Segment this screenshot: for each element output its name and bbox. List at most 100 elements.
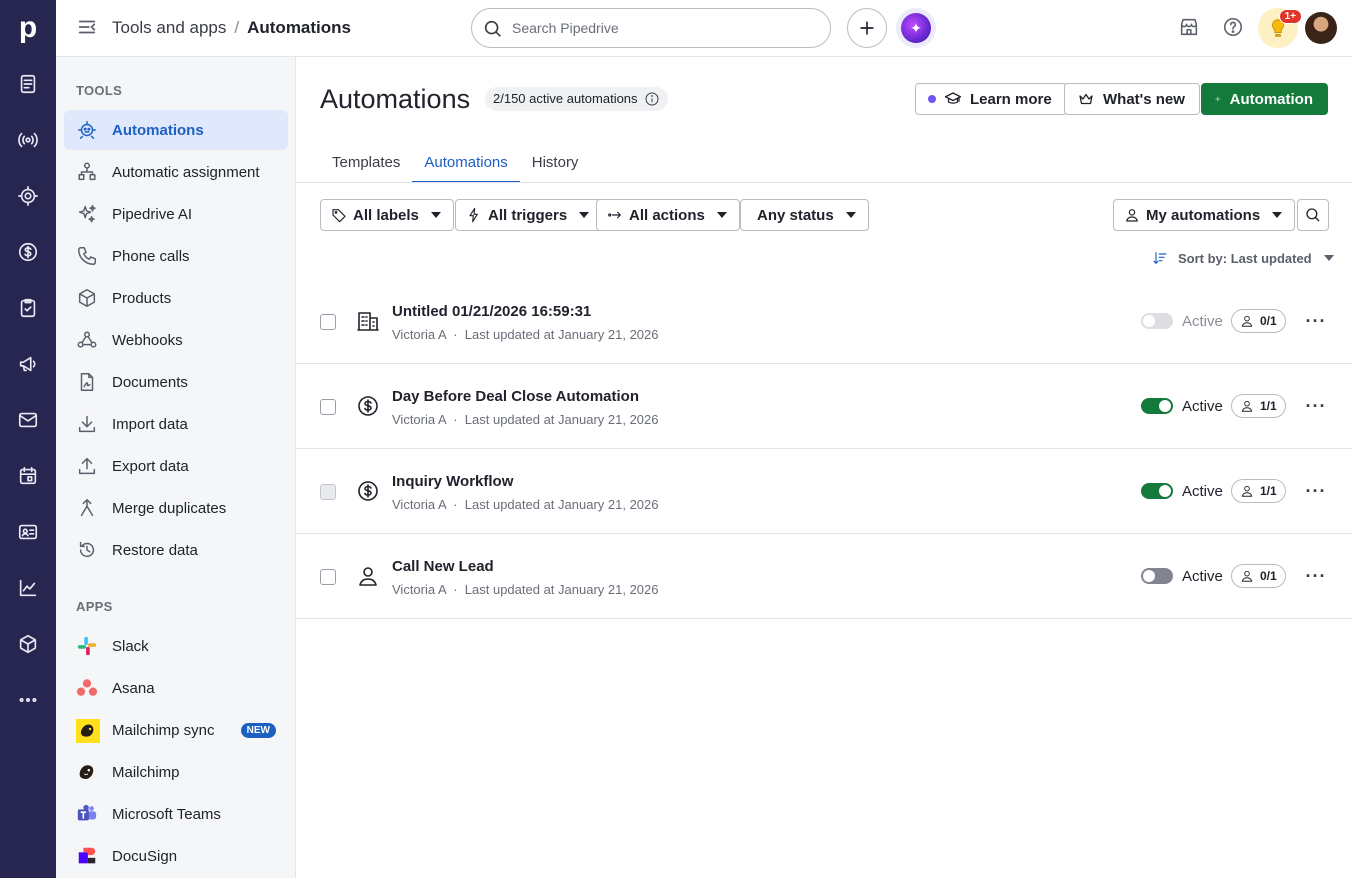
insights-chart-icon[interactable]	[14, 574, 42, 602]
import-icon	[76, 413, 98, 435]
row-checkbox[interactable]	[320, 569, 336, 585]
actions-arrow-icon	[608, 211, 621, 219]
sidebar-item-label: Export data	[112, 457, 189, 475]
automation-row[interactable]: Day Before Deal Close Automation Victori…	[296, 364, 1352, 449]
owners-badge[interactable]: 1/1	[1231, 479, 1286, 503]
dollar-icon	[356, 394, 380, 418]
automation-name[interactable]: Untitled 01/21/2026 16:59:31	[392, 303, 591, 320]
deals-dollar-icon[interactable]	[14, 238, 42, 266]
more-options-icon[interactable]: ···	[1304, 309, 1328, 333]
caret-down-icon	[845, 212, 856, 218]
owners-badge[interactable]: 0/1	[1231, 564, 1286, 588]
owners-badge[interactable]: 0/1	[1231, 309, 1286, 333]
tips-bulb-button[interactable]: 1+	[1258, 8, 1302, 48]
sidebar-item-asana[interactable]: Asana	[64, 668, 288, 708]
automation-name[interactable]: Call New Lead	[392, 558, 494, 575]
active-toggle[interactable]	[1141, 483, 1173, 499]
triggers-filter[interactable]: All triggers	[455, 199, 603, 231]
sidebar-item-merge-duplicates[interactable]: Merge duplicates	[64, 488, 288, 528]
mail-icon[interactable]	[14, 406, 42, 434]
sidebar-item-docusign[interactable]: DocuSign	[64, 836, 288, 876]
more-options-icon[interactable]: ···	[1304, 479, 1328, 503]
sidebar-item-import-data[interactable]: Import data	[64, 404, 288, 444]
sidebar-item-webhooks[interactable]: Webhooks	[64, 320, 288, 360]
automation-updated: Last updated at January 21, 2026	[464, 327, 659, 342]
products-box-icon[interactable]	[14, 630, 42, 658]
sidebar-item-label: Import data	[112, 415, 188, 433]
user-avatar[interactable]	[1305, 12, 1337, 44]
breadcrumb-parent[interactable]: Tools and apps	[112, 18, 226, 38]
calendar-icon[interactable]	[14, 462, 42, 490]
tasks-clipboard-icon[interactable]	[14, 294, 42, 322]
row-checkbox[interactable]	[320, 484, 336, 500]
sidebar-item-label: Restore data	[112, 541, 198, 559]
whats-new-button[interactable]: What's new	[1064, 83, 1200, 115]
marketplace-store-icon[interactable]	[1178, 16, 1202, 40]
add-automation-button[interactable]: Automation	[1201, 83, 1328, 115]
row-checkbox[interactable]	[320, 399, 336, 415]
contacts-card-icon[interactable]	[14, 518, 42, 546]
owner-filter[interactable]: My automations	[1113, 199, 1296, 231]
mailchimp-logo-icon	[76, 719, 100, 743]
broadcast-icon[interactable]	[14, 126, 42, 154]
tab-automations[interactable]: Automations	[412, 147, 520, 183]
sidebar-item-products[interactable]: Products	[64, 278, 288, 318]
sidebar-item-phone-calls[interactable]: Phone calls	[64, 236, 288, 276]
sidebar-item-mailchimp-sync[interactable]: Mailchimp sync NEW	[64, 710, 288, 750]
tab-bar: Templates Automations History	[320, 147, 590, 183]
global-search[interactable]	[471, 8, 831, 48]
sidebar-item-slack[interactable]: Slack	[64, 626, 288, 666]
learn-more-button[interactable]: Learn more	[915, 83, 1067, 115]
sidebar-item-export-data[interactable]: Export data	[64, 446, 288, 486]
search-automations-button[interactable]	[1297, 199, 1329, 231]
tab-templates[interactable]: Templates	[320, 147, 412, 183]
ai-assistant-button[interactable]: ✦	[896, 8, 936, 48]
sidebar-item-documents[interactable]: Documents	[64, 362, 288, 402]
sidebar-item-label: Microsoft Teams	[112, 805, 221, 823]
owners-count: 0/1	[1260, 569, 1277, 583]
teams-logo-icon	[76, 803, 98, 825]
asana-logo-icon	[76, 677, 98, 699]
search-input[interactable]	[512, 20, 802, 36]
sidebar-item-automations[interactable]: Automations	[64, 110, 288, 150]
active-toggle[interactable]	[1141, 313, 1173, 329]
whats-new-label: What's new	[1103, 90, 1185, 108]
tab-history[interactable]: History	[520, 147, 591, 183]
merge-icon	[76, 497, 98, 519]
automation-name[interactable]: Day Before Deal Close Automation	[392, 388, 639, 405]
person-icon	[1241, 485, 1253, 497]
leads-icon[interactable]	[14, 70, 42, 98]
automation-row[interactable]: Call New Lead Victoria A · Last updated …	[296, 534, 1352, 619]
automation-row[interactable]: Untitled 01/21/2026 16:59:31 Victoria A …	[296, 279, 1352, 364]
collapse-menu-icon[interactable]	[76, 16, 100, 40]
automation-name[interactable]: Inquiry Workflow	[392, 473, 513, 490]
sidebar-item-pipedrive-ai[interactable]: Pipedrive AI	[64, 194, 288, 234]
more-options-icon[interactable]: ···	[1304, 394, 1328, 418]
owners-badge[interactable]: 1/1	[1231, 394, 1286, 418]
labels-filter[interactable]: All labels	[320, 199, 454, 231]
info-icon[interactable]	[644, 91, 660, 107]
automation-owner: Victoria A	[392, 497, 446, 512]
sort-control[interactable]: Sort by: Last updated	[1152, 250, 1334, 266]
person-icon	[1241, 315, 1253, 327]
sidebar-item-mailchimp[interactable]: Mailchimp	[64, 752, 288, 792]
target-icon[interactable]	[14, 182, 42, 210]
active-toggle[interactable]	[1141, 568, 1173, 584]
automation-row[interactable]: Inquiry Workflow Victoria A · Last updat…	[296, 449, 1352, 534]
row-checkbox[interactable]	[320, 314, 336, 330]
sidebar-item-restore-data[interactable]: Restore data	[64, 530, 288, 570]
actions-filter[interactable]: All actions	[596, 199, 740, 231]
sidebar-item-automatic-assignment[interactable]: Automatic assignment	[64, 152, 288, 192]
search-icon	[484, 20, 501, 37]
active-toggle[interactable]	[1141, 398, 1173, 414]
pipedrive-logo[interactable]: p	[0, 0, 56, 56]
status-label: Active	[1182, 313, 1223, 330]
quick-add-button[interactable]	[847, 8, 887, 48]
more-dots-icon[interactable]	[14, 686, 42, 714]
sidebar-item-microsoft-teams[interactable]: Microsoft Teams	[64, 794, 288, 834]
status-filter[interactable]: Any status	[740, 199, 869, 231]
help-icon[interactable]	[1222, 16, 1246, 40]
more-options-icon[interactable]: ···	[1304, 564, 1328, 588]
campaigns-megaphone-icon[interactable]	[14, 350, 42, 378]
sort-label: Sort by: Last updated	[1178, 250, 1312, 266]
